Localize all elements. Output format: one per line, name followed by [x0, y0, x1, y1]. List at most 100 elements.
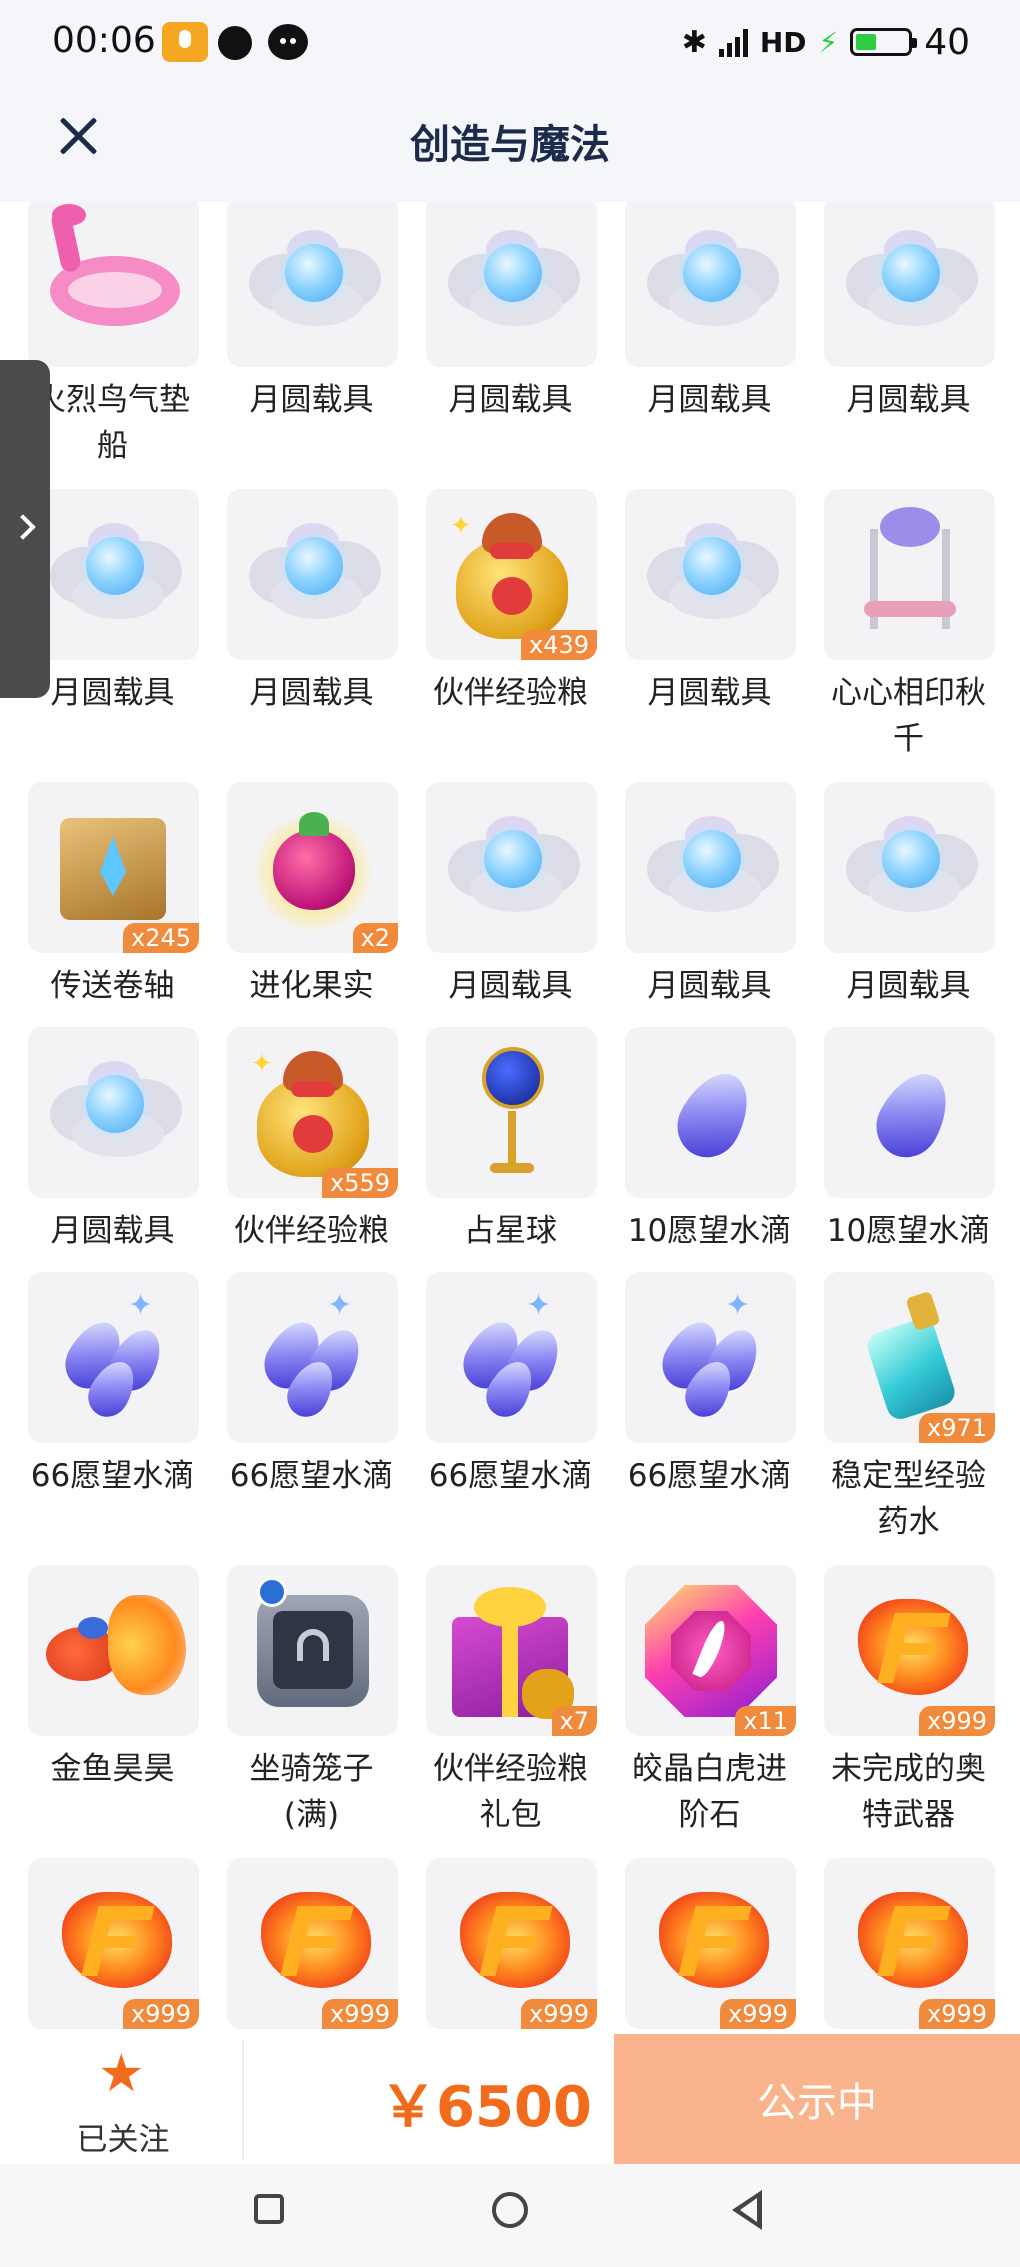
follow-button[interactable]: ★ 已关注: [40, 2044, 206, 2158]
quantity-badge: x999: [321, 1999, 398, 2029]
chat-icon: [268, 24, 308, 60]
hd-indicator: HD: [759, 25, 807, 59]
item-name: 10愿望水滴: [627, 1213, 792, 1249]
fire-f-icon: x999: [824, 1858, 995, 2029]
item-name: 未完成的奥特武器: [831, 1751, 986, 1833]
item-name: 66愿望水滴: [229, 1458, 394, 1494]
moon-cloud-icon: [426, 782, 597, 953]
item-name: 月圆载具: [647, 382, 772, 418]
moon-cloud-icon: [625, 782, 796, 953]
moon-cloud-icon: [28, 489, 199, 660]
gift-box-icon: x7: [426, 1565, 597, 1736]
gem-icon: x11: [625, 1565, 796, 1736]
item-grid-viewport[interactable]: 火烈鸟气垫船 月圆载具 月圆载具 月圆载具 月圆载具 月圆载具 月圆载具 ✦ x439 伙伴经验粮…: [0, 202, 1020, 2034]
battery-level: 40: [924, 21, 970, 63]
status-time: 00:06: [52, 20, 156, 61]
page-header: 创造与魔法: [0, 84, 1020, 202]
fire-f-icon: x999: [227, 1858, 398, 2029]
fire-f-icon: x999: [28, 1858, 199, 2029]
signal-icon: [718, 27, 748, 57]
page-title: 创造与魔法: [410, 122, 610, 168]
follow-label: 已关注: [76, 2122, 170, 2158]
item-name: 66愿望水滴: [30, 1458, 195, 1494]
item-name: 10愿望水滴: [826, 1213, 991, 1249]
item-name: 伙伴经验粮礼包: [433, 1751, 588, 1833]
moon-cloud-icon: [426, 202, 597, 367]
quantity-badge: x999: [918, 1706, 995, 1736]
charging-icon: ⚡: [818, 25, 839, 59]
bluetooth-icon: ✱: [681, 24, 707, 60]
paw-bag-icon: ✦ x439: [426, 489, 597, 660]
moon-cloud-icon: [625, 489, 796, 660]
potion-icon: x971: [824, 1272, 995, 1443]
quantity-badge: x559: [321, 1168, 398, 1198]
quantity-badge: x999: [719, 1999, 796, 2029]
moon-cloud-icon: [625, 202, 796, 367]
notification-icon: [218, 26, 252, 60]
star-icon: ★: [98, 2044, 145, 2104]
item-name: 伙伴经验粮: [433, 675, 588, 711]
system-nav-bar: [0, 2164, 1020, 2267]
quantity-badge: x11: [735, 1706, 796, 1736]
status-indicators: ✱ HD ⚡ 40: [682, 20, 970, 64]
item-name: 月圆载具: [448, 382, 573, 418]
moon-cloud-icon: [227, 489, 398, 660]
wish-drops-icon: ✦: [426, 1272, 597, 1443]
item-name: 月圆载具: [249, 675, 374, 711]
astro-globe-icon: [426, 1027, 597, 1198]
flamingo-float-icon: [28, 202, 199, 367]
fire-f-icon: x999: [426, 1858, 597, 2029]
bottom-action-bar: ★ 已关注 ￥6500 公示中: [0, 2034, 1020, 2164]
berry-icon: x2: [227, 782, 398, 953]
moon-cloud-icon: [28, 1027, 199, 1198]
item-name: 金鱼昊昊: [50, 1751, 175, 1787]
status-bar: 00:06 ✱ HD ⚡ 40: [0, 0, 1020, 84]
quantity-badge: x7: [551, 1706, 597, 1736]
quantity-badge: x999: [918, 1999, 995, 2029]
scroll-icon: x245: [28, 782, 199, 953]
moon-cloud-icon: [824, 202, 995, 367]
item-name: 月圆载具: [647, 675, 772, 711]
wish-drops-icon: ✦: [28, 1272, 199, 1443]
quantity-badge: x971: [918, 1413, 995, 1443]
publicity-status-button[interactable]: 公示中: [614, 2034, 1020, 2164]
item-name: 66愿望水滴: [428, 1458, 593, 1494]
item-name: 月圆载具: [448, 968, 573, 1004]
recent-apps-icon[interactable]: [254, 2194, 284, 2224]
item-name: 月圆载具: [249, 382, 374, 418]
item-name: 月圆载具: [846, 382, 971, 418]
item-name: 月圆载具: [647, 968, 772, 1004]
item-name: 传送卷轴: [50, 968, 175, 1004]
fire-f-icon: x999: [625, 1858, 796, 2029]
home-icon[interactable]: [492, 2192, 528, 2228]
wish-drops-icon: ✦: [227, 1272, 398, 1443]
item-name: 皎晶白虎进阶石: [632, 1751, 787, 1833]
item-name: 月圆载具: [846, 968, 971, 1004]
cage-icon: [227, 1565, 398, 1736]
item-name: 稳定型经验药水: [831, 1458, 986, 1540]
quantity-badge: x439: [520, 630, 597, 660]
side-expand-tab[interactable]: [0, 360, 50, 698]
divider: [242, 2040, 244, 2160]
item-name: 进化果实: [249, 968, 374, 1004]
swing-icon: [824, 489, 995, 660]
item-name: 坐骑笼子(满): [249, 1751, 374, 1833]
price: ￥6500: [380, 2075, 592, 2140]
item-name: 月圆载具: [50, 1213, 175, 1249]
quantity-badge: x245: [122, 923, 199, 953]
wish-drops-icon: ✦: [625, 1272, 796, 1443]
item-name: 伙伴经验粮: [234, 1213, 389, 1249]
moon-cloud-icon: [227, 202, 398, 367]
back-icon[interactable]: [732, 2190, 762, 2230]
wish-drop-icon: [625, 1027, 796, 1198]
item-name: 66愿望水滴: [627, 1458, 792, 1494]
goldfish-icon: [28, 1565, 199, 1736]
quantity-badge: x999: [122, 1999, 199, 2029]
wish-drop-icon: [824, 1027, 995, 1198]
paw-bag-icon: ✦ x559: [227, 1027, 398, 1198]
fire-f-icon: x999: [824, 1565, 995, 1736]
item-name: 占星球: [464, 1213, 557, 1249]
microphone-icon: [162, 22, 208, 62]
quantity-badge: x999: [520, 1999, 597, 2029]
moon-cloud-icon: [824, 782, 995, 953]
